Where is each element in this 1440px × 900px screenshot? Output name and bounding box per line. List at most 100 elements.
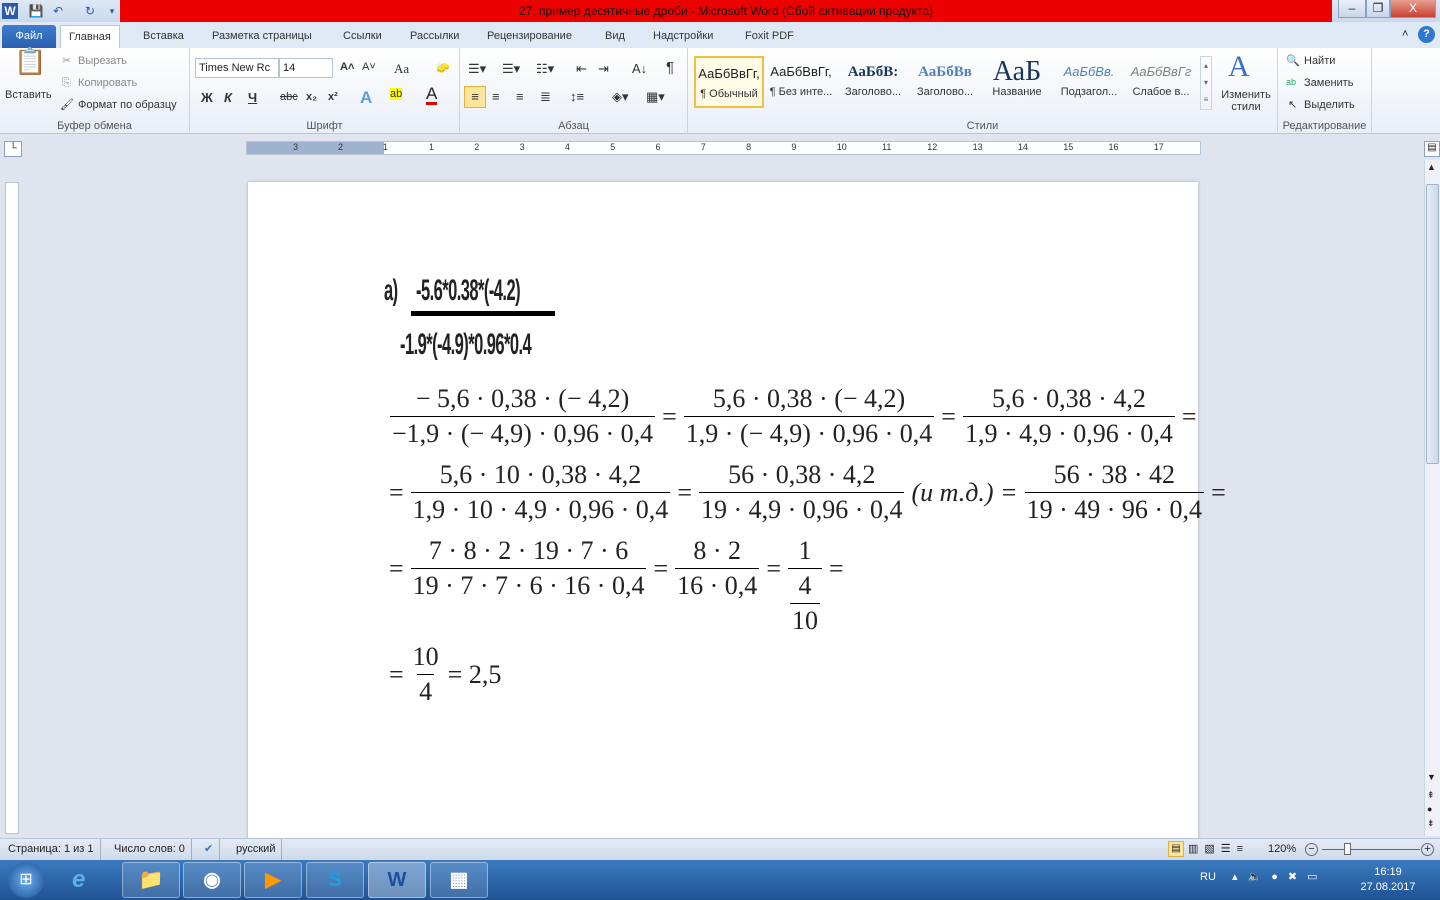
shading-icon[interactable]: ◈▾: [612, 89, 629, 105]
clock[interactable]: 16:19 27.08.2017: [1358, 865, 1418, 895]
view-mode-icons[interactable]: ▥▧☰≡: [1188, 839, 1249, 860]
format-painter-button[interactable]: Формат по образцу: [78, 99, 177, 111]
sort-icon[interactable]: A↓: [632, 61, 647, 76]
text-effects-icon[interactable]: A: [360, 88, 372, 108]
skype-taskbar-icon[interactable]: S: [306, 862, 364, 898]
redo-icon[interactable]: ↻: [82, 3, 98, 19]
zoom-level[interactable]: 120%: [1268, 839, 1296, 860]
style-1[interactable]: АаБбВвГг, ¶ Обычный: [694, 56, 764, 108]
cut-button[interactable]: Вырезать: [78, 55, 127, 67]
style-6[interactable]: АаБбВв. Подзагол...: [1054, 56, 1124, 108]
word-taskbar-icon[interactable]: W: [368, 862, 426, 898]
restore-button[interactable]: ❐: [1366, 0, 1390, 18]
highlight-icon[interactable]: ab: [390, 88, 403, 100]
style-5[interactable]: АаБ Название: [982, 56, 1052, 108]
increase-indent-icon[interactable]: ⇥: [598, 61, 609, 77]
scroll-up-icon[interactable]: ▲: [1427, 162, 1436, 172]
tab-insert[interactable]: Вставка: [135, 25, 192, 48]
customize-toolbar-icon[interactable]: ▾: [104, 3, 120, 19]
paste-icon[interactable]: 📋: [14, 48, 46, 84]
style-3[interactable]: АаБбВ: Заголово...: [838, 56, 908, 108]
horizontal-ruler[interactable]: 3 2 1 1 2 3 4 5 6 7 8 9 10 11 12 13 14 15 16 17: [246, 141, 1201, 155]
zoom-slider-thumb[interactable]: [1344, 843, 1351, 855]
close-button[interactable]: X: [1390, 0, 1436, 18]
replace-icon: ab: [1286, 77, 1297, 87]
align-right-button[interactable]: ≡: [516, 89, 524, 104]
font-size-select[interactable]: 14: [279, 58, 333, 78]
font-color-icon[interactable]: A: [426, 85, 438, 105]
chrome-taskbar-icon[interactable]: ◉: [183, 862, 241, 898]
line-spacing-icon[interactable]: ↕≡: [570, 89, 584, 104]
grow-font-button[interactable]: A˄: [340, 61, 354, 73]
tray-icons[interactable]: ▴🔈●✖▭: [1232, 870, 1327, 883]
show-marks-button[interactable]: ¶: [666, 59, 674, 76]
style-4[interactable]: АаБбВв Заголово...: [910, 56, 980, 108]
tab-selector[interactable]: └: [4, 141, 22, 157]
vertical-scrollbar[interactable]: ▲ ▼ ⇞ ● ⇟: [1424, 160, 1440, 836]
tab-page-layout[interactable]: Разметка страницы: [204, 25, 320, 48]
find-button[interactable]: Найти: [1304, 55, 1335, 67]
document-page[interactable]: а) -5.6*0.38*(-4.2) -1.9*(-4.9)*0.96*0.4…: [248, 182, 1226, 842]
tab-view[interactable]: Вид: [597, 25, 633, 48]
scroll-down-icon[interactable]: ▼: [1427, 772, 1436, 782]
justify-button[interactable]: ≣: [540, 89, 551, 105]
undo-icon[interactable]: ↶: [50, 3, 66, 19]
font-name-select[interactable]: Times New Rc: [195, 58, 279, 78]
style-2[interactable]: АаБбВвГг, ¶ Без инте...: [766, 56, 836, 108]
multilevel-list-icon[interactable]: ☷▾: [536, 61, 554, 77]
tab-references[interactable]: Ссылки: [335, 25, 390, 48]
help-icon[interactable]: ?: [1418, 26, 1435, 43]
tab-foxit-pdf[interactable]: Foxit PDF: [737, 25, 802, 48]
italic-button[interactable]: К: [224, 90, 232, 105]
numbering-icon[interactable]: ☰▾: [502, 61, 520, 77]
paste-button[interactable]: Вставить: [5, 89, 52, 101]
zoom-out-icon[interactable]: −: [1305, 843, 1318, 856]
styles-scroll[interactable]: ▴ ▾ ≡: [1200, 56, 1212, 110]
collapse-ribbon-icon[interactable]: ˄: [1402, 28, 1408, 40]
word-app-icon[interactable]: W: [2, 3, 18, 19]
internet-explorer-icon[interactable]: e: [72, 866, 85, 894]
zoom-in-icon[interactable]: +: [1421, 843, 1434, 856]
vertical-ruler[interactable]: [5, 182, 19, 834]
language[interactable]: русский: [230, 839, 283, 860]
save-icon[interactable]: 💾: [28, 3, 44, 19]
change-styles-button[interactable]: Изменить стили: [1218, 89, 1274, 113]
minimize-button[interactable]: –: [1338, 0, 1366, 18]
browse-object-icons[interactable]: ⇞ ● ⇟: [1427, 788, 1435, 830]
media-player-taskbar-icon[interactable]: ▶: [244, 862, 302, 898]
subscript-button[interactable]: x₂: [306, 91, 317, 103]
style-7[interactable]: АаБбВвГг Слабое в...: [1126, 56, 1196, 108]
start-button[interactable]: ⊞: [8, 862, 44, 898]
title-bar: W 💾 ↶ ↻ ▾ 27. пример десятичные дроби - …: [0, 0, 1440, 22]
tab-home[interactable]: Главная: [60, 25, 120, 48]
tab-mailings[interactable]: Рассылки: [402, 25, 467, 48]
view-ruler-icon[interactable]: ▤: [1424, 141, 1440, 157]
change-case-button[interactable]: Aa: [394, 61, 409, 77]
zoom-slider[interactable]: [1322, 849, 1420, 850]
borders-icon[interactable]: ▦▾: [646, 89, 665, 105]
page-count[interactable]: Страница: 1 из 1: [2, 839, 101, 860]
word-count[interactable]: Число слов: 0: [108, 839, 192, 860]
align-left-button[interactable]: ≡: [464, 86, 486, 108]
scrollbar-thumb[interactable]: [1426, 184, 1439, 464]
select-button[interactable]: Выделить: [1304, 99, 1355, 111]
tab-addins[interactable]: Надстройки: [645, 25, 721, 48]
replace-button[interactable]: Заменить: [1304, 77, 1353, 89]
decrease-indent-icon[interactable]: ⇤: [576, 61, 587, 77]
clear-format-icon[interactable]: 🧽: [436, 61, 450, 74]
tab-file[interactable]: Файл: [2, 25, 56, 48]
explorer-taskbar-icon[interactable]: 📁: [122, 862, 180, 898]
language-indicator[interactable]: RU: [1200, 871, 1216, 883]
superscript-button[interactable]: x²: [328, 91, 338, 103]
print-layout-view-icon[interactable]: ▤: [1168, 841, 1184, 857]
bullets-icon[interactable]: ☰▾: [468, 61, 486, 77]
bold-button[interactable]: Ж: [201, 90, 213, 105]
calculator-taskbar-icon[interactable]: ▦: [430, 862, 488, 898]
align-center-button[interactable]: ≡: [492, 89, 500, 104]
proofing-icon[interactable]: ✔: [198, 839, 221, 860]
underline-button[interactable]: Ч: [248, 90, 257, 105]
copy-button[interactable]: Копировать: [78, 77, 137, 89]
shrink-font-button[interactable]: A˅: [362, 61, 376, 73]
strikethrough-button[interactable]: abc: [280, 91, 298, 103]
tab-review[interactable]: Рецензирование: [479, 25, 580, 48]
